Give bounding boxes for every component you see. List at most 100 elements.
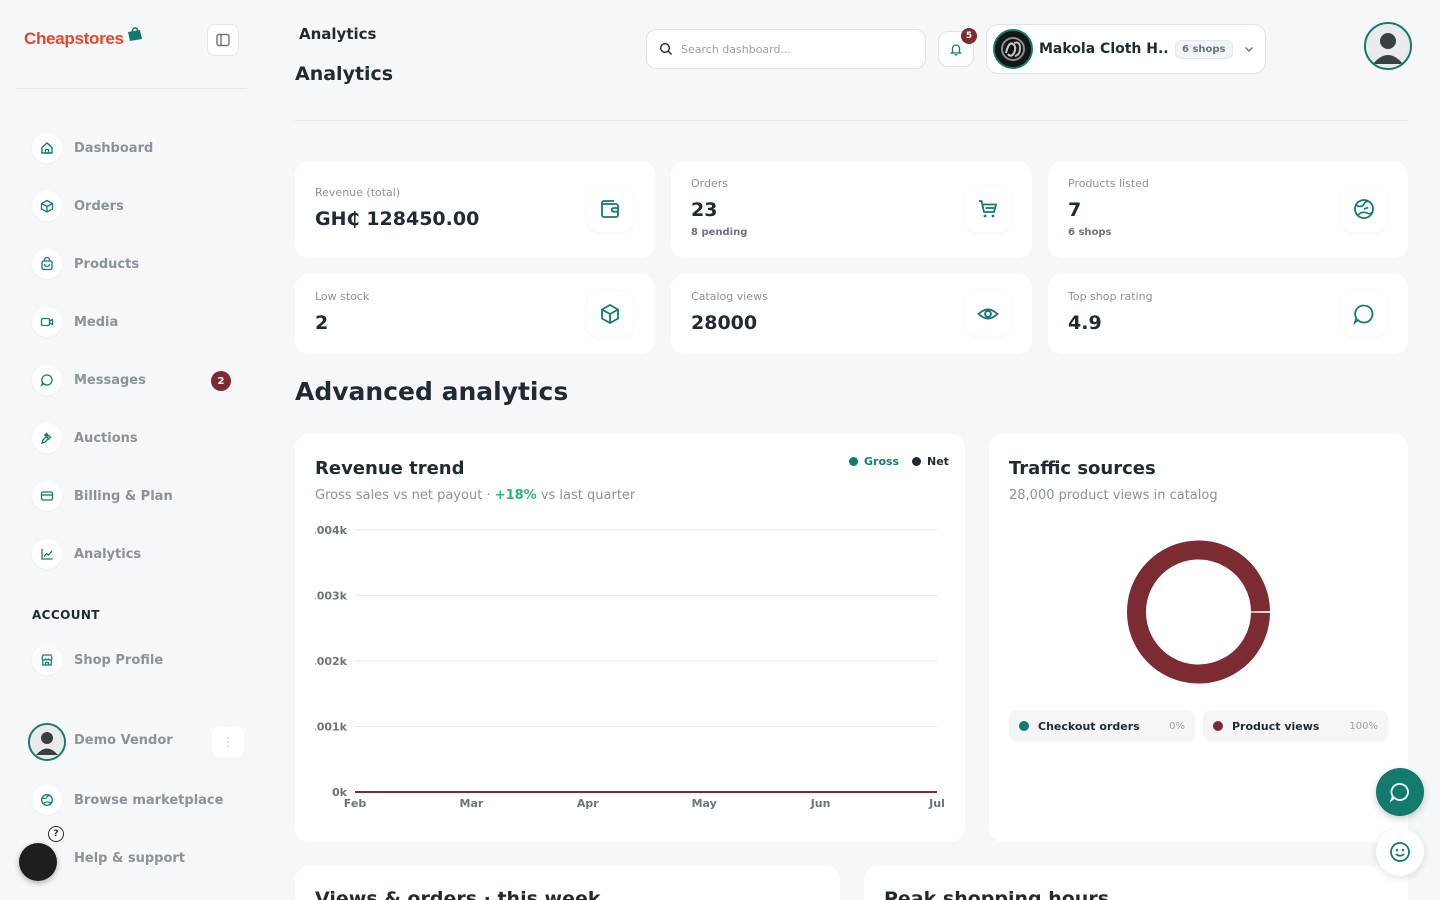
chat-icon — [32, 365, 62, 395]
stat-value: 23 — [691, 199, 718, 221]
cube-icon — [587, 291, 633, 337]
stat-sub: 8 pending — [691, 227, 748, 238]
shopping-bag-logo-icon — [127, 27, 142, 41]
stat-card-revenue: Revenue (total) GH₵ 128450.00 — [295, 161, 655, 258]
donut-slice-product-views — [1127, 540, 1270, 684]
smiley-icon — [1390, 842, 1410, 862]
store-icon — [32, 645, 62, 675]
sidebar-item-label: Products — [74, 256, 140, 272]
sidebar-item-label: Orders — [74, 198, 124, 214]
x-tick-label: Jul — [928, 797, 945, 810]
cart-icon — [965, 186, 1011, 232]
stat-label: Products listed — [1068, 177, 1149, 190]
stat-value: 28000 — [691, 312, 758, 334]
sidebar-item-orders[interactable]: Orders — [32, 191, 242, 221]
sidebar-item-label: Dashboard — [74, 140, 154, 156]
sidebar-item-shop-profile[interactable]: Shop Profile — [32, 645, 242, 675]
feedback-fab-button[interactable] — [1376, 828, 1424, 876]
panel-title: Peak shopping hours — [884, 888, 1110, 900]
legend-label: Checkout orders — [1038, 719, 1140, 733]
sidebar-item-analytics[interactable]: Analytics — [32, 539, 242, 569]
stat-sub: 6 shops — [1068, 227, 1112, 238]
globe-icon — [1341, 186, 1387, 232]
revenue-trend-panel: Revenue trend Gross sales vs net payout … — [295, 434, 965, 842]
x-tick-label: Jun — [810, 797, 831, 810]
logo-wordmark: Cheapstores — [24, 29, 124, 48]
stat-label: Orders — [691, 177, 728, 190]
sidebar-item-dashboard[interactable]: Dashboard — [32, 133, 242, 163]
sidebar-item-help[interactable]: Help & support — [32, 843, 242, 873]
stat-card-top-rating: Top shop rating 4.9 — [1048, 274, 1408, 354]
user-avatar[interactable] — [1364, 22, 1412, 70]
sidebar-item-label: Billing & Plan — [74, 488, 173, 504]
shop-switcher[interactable]: Makola Cloth H... 6 shops — [986, 24, 1266, 74]
shop-logo — [993, 29, 1033, 69]
stat-card-orders: Orders 23 8 pending — [671, 161, 1032, 258]
box-icon — [32, 191, 62, 221]
search-box[interactable] — [646, 29, 926, 69]
stat-value: GH₵ 128450.00 — [315, 208, 480, 230]
vendor-more-button[interactable]: ⋮ — [212, 727, 244, 757]
sidebar-item-label: Media — [74, 314, 119, 330]
sidebar-item-label: Help & support — [74, 850, 186, 866]
legend-label: Product views — [1232, 719, 1320, 733]
sidebar-item-media[interactable]: Media — [32, 307, 242, 337]
stat-value: 2 — [315, 312, 329, 334]
sidebar: Cheapstores Dashboard Orders Products Me… — [0, 0, 262, 900]
home-icon — [32, 133, 62, 163]
theme-toggle-button[interactable] — [19, 843, 57, 881]
legend-item-checkout-orders: Checkout orders 0% — [1009, 710, 1195, 742]
gavel-icon — [32, 423, 62, 453]
shop-count-badge: 6 shops — [1175, 39, 1233, 59]
shop-name: Makola Cloth H... — [1039, 41, 1169, 57]
sidebar-item-label: Messages — [74, 372, 146, 388]
chat-fab-button[interactable] — [1376, 768, 1424, 816]
stat-card-low-stock: Low stock 2 — [295, 274, 655, 354]
shop-logo-icon — [995, 31, 1031, 67]
stat-label: Top shop rating — [1068, 290, 1153, 303]
chat-icon — [1341, 291, 1387, 337]
breadcrumb: Analytics — [299, 25, 377, 43]
legend-swatch — [1019, 721, 1029, 731]
user-avatar-icon — [30, 725, 64, 759]
notifications-badge: 5 — [961, 28, 977, 44]
sidebar-item-messages[interactable]: Messages 2 — [32, 365, 242, 395]
collapse-sidebar-button[interactable] — [207, 24, 239, 56]
traffic-sources-panel: Traffic sources 28,000 product views in … — [989, 434, 1408, 842]
views-orders-panel: Views & orders · this week — [295, 866, 840, 900]
search-icon — [659, 42, 672, 55]
globe-icon — [32, 785, 62, 815]
peak-hours-panel: Peak shopping hours — [864, 866, 1408, 900]
stat-value: 4.9 — [1068, 312, 1102, 334]
sidebar-item-billing[interactable]: Billing & Plan — [32, 481, 242, 511]
vendor-avatar[interactable] — [28, 723, 66, 761]
search-input[interactable] — [681, 42, 901, 56]
unread-messages-badge: 2 — [211, 371, 231, 391]
stat-card-catalog-views: Catalog views 28000 — [671, 274, 1032, 354]
stat-label: Catalog views — [691, 290, 768, 303]
chart-clip — [295, 514, 315, 804]
sidebar-item-label: Auctions — [74, 430, 138, 446]
sidebar-item-label: Browse marketplace — [74, 792, 224, 808]
legend-swatch — [1213, 721, 1223, 731]
page-title: Analytics — [295, 63, 394, 85]
sidebar-item-products[interactable]: Products — [32, 249, 242, 279]
help-icon[interactable]: ? — [48, 826, 64, 842]
brand-logo[interactable]: Cheapstores — [24, 26, 144, 52]
stat-label: Revenue (total) — [315, 186, 401, 199]
stat-label: Low stock — [315, 290, 370, 303]
x-tick-label: May — [692, 797, 717, 810]
stat-value: 7 — [1068, 199, 1082, 221]
card-icon — [32, 481, 62, 511]
sidebar-item-browse-marketplace[interactable]: Browse marketplace — [32, 785, 242, 815]
legend-percent: 100% — [1349, 720, 1378, 732]
bell-icon — [949, 44, 963, 56]
user-avatar-icon — [1366, 24, 1410, 68]
sidebar-item-auctions[interactable]: Auctions — [32, 423, 242, 453]
legend-item-product-views: Product views 100% — [1203, 710, 1388, 742]
bag-icon — [32, 249, 62, 279]
sidebar-item-label: Shop Profile — [74, 652, 164, 668]
sidebar-toggle-icon — [216, 33, 230, 47]
chevron-down-icon — [1244, 47, 1253, 52]
x-tick-label: Feb — [344, 797, 367, 810]
